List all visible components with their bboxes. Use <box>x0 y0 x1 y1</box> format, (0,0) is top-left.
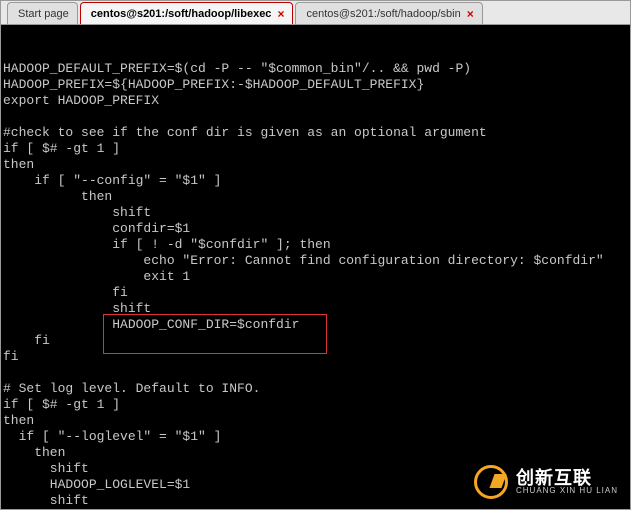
code-line <box>3 365 628 381</box>
code-line: shift <box>3 205 628 221</box>
code-line: HADOOP_CONF_DIR=$confdir <box>3 317 628 333</box>
tab-sbin[interactable]: centos@s201:/soft/hadoop/sbin × <box>295 2 482 24</box>
tab-label: centos@s201:/soft/hadoop/sbin <box>306 8 460 20</box>
code-content: HADOOP_DEFAULT_PREFIX=$(cd -P -- "$commo… <box>3 61 628 509</box>
code-line: fi <box>3 285 628 301</box>
code-line: if [ "--config" = "$1" ] <box>3 173 628 189</box>
code-line: fi <box>3 333 628 349</box>
logo-text: 创新互联 CHUANG XIN HU LIAN <box>516 469 618 495</box>
code-line: echo "Error: Cannot find configuration d… <box>3 253 628 269</box>
code-line: then <box>3 413 628 429</box>
code-line: if [ ! -d "$confdir" ]; then <box>3 237 628 253</box>
code-line: exit 1 <box>3 269 628 285</box>
code-line: if [ "--loglevel" = "$1" ] <box>3 429 628 445</box>
tab-start-page[interactable]: Start page <box>7 2 78 24</box>
tab-libexec[interactable]: centos@s201:/soft/hadoop/libexec × <box>80 2 294 24</box>
terminal-pane[interactable]: HADOOP_DEFAULT_PREFIX=$(cd -P -- "$commo… <box>1 25 630 509</box>
code-line: #check to see if the conf dir is given a… <box>3 125 628 141</box>
tab-bar: Start page centos@s201:/soft/hadoop/libe… <box>1 1 630 25</box>
code-line: if [ $# -gt 1 ] <box>3 397 628 413</box>
watermark-logo: 创新互联 CHUANG XIN HU LIAN <box>474 465 618 499</box>
close-icon[interactable]: × <box>467 7 474 21</box>
logo-cn: 创新互联 <box>516 469 618 487</box>
tab-label: centos@s201:/soft/hadoop/libexec <box>91 8 272 20</box>
code-line: then <box>3 157 628 173</box>
code-line: export HADOOP_PREFIX <box>3 93 628 109</box>
code-line: if [ $# -gt 1 ] <box>3 141 628 157</box>
code-line: confdir=$1 <box>3 221 628 237</box>
code-line: then <box>3 445 628 461</box>
tab-label: Start page <box>18 8 69 20</box>
code-line <box>3 109 628 125</box>
code-line: shift <box>3 301 628 317</box>
code-line: HADOOP_PREFIX=${HADOOP_PREFIX:-$HADOOP_D… <box>3 77 628 93</box>
logo-en: CHUANG XIN HU LIAN <box>516 487 618 495</box>
code-line: # Set log level. Default to INFO. <box>3 381 628 397</box>
code-line: fi <box>3 349 628 365</box>
code-line: then <box>3 189 628 205</box>
logo-icon <box>474 465 508 499</box>
close-icon[interactable]: × <box>277 7 284 21</box>
code-line: HADOOP_DEFAULT_PREFIX=$(cd -P -- "$commo… <box>3 61 628 77</box>
